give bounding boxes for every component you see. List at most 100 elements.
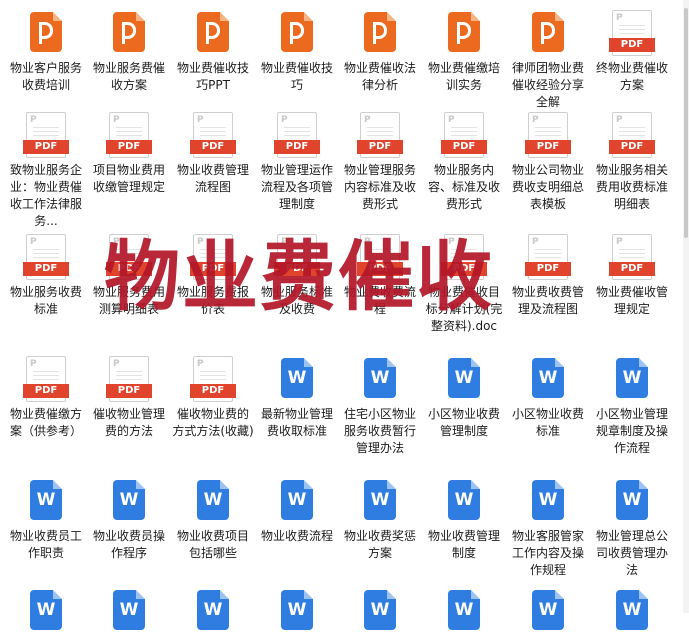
- file-grid: 物业客户服务收费培训 物业服务费催收方案 物业费催收技巧PPT 物业费催收技巧 物业费催…: [0, 0, 689, 630]
- word-file-icon: W: [612, 588, 652, 634]
- file-name: 物业客户服务收费培训: [9, 61, 82, 92]
- word-file-icon: W: [528, 478, 568, 524]
- file-item[interactable]: PDF 物业公司物业费收支明细总表模板: [506, 112, 590, 213]
- file-name: 催收物业管理费的方法: [92, 407, 165, 438]
- file-item[interactable]: W: [255, 588, 339, 638]
- file-item[interactable]: W: [590, 588, 674, 638]
- word-badge: W: [622, 490, 642, 510]
- ppt-file-icon: [444, 10, 484, 56]
- file-name: 物业收费项目包括哪些: [176, 529, 249, 560]
- word-badge: W: [36, 490, 56, 510]
- file-item[interactable]: W: [4, 588, 88, 638]
- file-name: 催收物业费的方式方法(收藏): [172, 407, 254, 438]
- file-item[interactable]: W 小区物业管理规章制度及操作流程: [590, 356, 674, 457]
- file-item[interactable]: PDF 物业管理服务内容标准及收费形式: [338, 112, 422, 213]
- file-name: 物业管理服务内容标准及收费形式: [343, 163, 416, 211]
- word-badge: W: [622, 368, 642, 388]
- pdf-file-icon: PDF: [441, 234, 487, 280]
- file-name: 项目物业费用收缴管理规定: [92, 163, 165, 194]
- file-item[interactable]: W 物业管理总公司收费管理办法: [590, 478, 674, 579]
- vertical-scrollbar[interactable]: [683, 0, 689, 613]
- pdf-badge: PDF: [106, 262, 152, 276]
- file-name: 物业公司物业费收支明细总表模板: [511, 163, 584, 211]
- file-item[interactable]: PDF 物业服务相关费用收费标准明细表: [590, 112, 674, 213]
- file-item[interactable]: 物业费催缴培训实务: [422, 10, 506, 94]
- pdf-file-icon: PDF: [190, 234, 236, 280]
- file-item[interactable]: PDF 物业费收费流程: [338, 234, 422, 318]
- word-badge: W: [119, 490, 139, 510]
- file-name: 物业收费奖惩方案: [343, 529, 416, 560]
- word-badge: W: [287, 490, 307, 510]
- file-item[interactable]: W 住宅小区物业服务收费暂行管理办法: [338, 356, 422, 457]
- word-file-icon: W: [277, 588, 317, 634]
- file-item[interactable]: PDF 致物业服务企业：物业费催收工作法律服务...: [4, 112, 88, 230]
- file-item[interactable]: W: [422, 588, 506, 638]
- file-item[interactable]: W 物业收费管理制度: [422, 478, 506, 562]
- pdf-badge: PDF: [190, 140, 236, 154]
- word-file-icon: W: [277, 356, 317, 402]
- file-item[interactable]: 物业费催收技巧: [255, 10, 339, 94]
- word-badge: W: [454, 600, 474, 620]
- pdf-badge: PDF: [609, 140, 655, 154]
- file-item[interactable]: 物业服务费催收方案: [87, 10, 171, 94]
- file-item[interactable]: W 小区物业收费管理制度: [422, 356, 506, 440]
- file-item[interactable]: PDF 物业服务费报价表: [171, 234, 255, 318]
- file-item[interactable]: PDF 物业服务标准及收费: [255, 234, 339, 318]
- file-item[interactable]: PDF 物业费催收管理规定: [590, 234, 674, 318]
- pdf-file-icon: PDF: [190, 112, 236, 158]
- file-name: 致物业服务企业：物业费催收工作法律服务...: [9, 163, 82, 228]
- file-item[interactable]: PDF 物业费催缴方案（供参考）: [4, 356, 88, 440]
- file-item[interactable]: W: [87, 588, 171, 638]
- file-item[interactable]: W 物业收费项目包括哪些: [171, 478, 255, 562]
- pdf-file-icon: PDF: [609, 112, 655, 158]
- file-item[interactable]: PDF 物业服务内容、标准及收费形式: [422, 112, 506, 213]
- word-file-icon: W: [612, 478, 652, 524]
- pdf-file-icon: PDF: [609, 234, 655, 280]
- scrollbar-thumb[interactable]: [684, 8, 688, 238]
- file-item[interactable]: PDF 催收物业管理费的方法: [87, 356, 171, 440]
- ppt-file-icon: [360, 10, 400, 56]
- pdf-badge: PDF: [609, 262, 655, 276]
- pdf-badge: PDF: [23, 384, 69, 398]
- pdf-file-icon: PDF: [525, 112, 571, 158]
- file-item[interactable]: PDF 物业费收费管理及流程图: [506, 234, 590, 318]
- word-badge: W: [370, 490, 390, 510]
- file-item[interactable]: W 物业客服管家工作内容及操作规程: [506, 478, 590, 579]
- file-item[interactable]: W 小区物业收费标准: [506, 356, 590, 440]
- word-file-icon: W: [193, 588, 233, 634]
- word-badge: W: [454, 368, 474, 388]
- file-item[interactable]: W 物业收费流程: [255, 478, 339, 545]
- file-item[interactable]: PDF 物业费催收目标分解计划(完整资料).doc: [422, 234, 506, 335]
- file-name: 物业费催收法律分析: [343, 61, 416, 92]
- file-item[interactable]: W: [338, 588, 422, 638]
- word-file-icon: W: [26, 588, 66, 634]
- file-item[interactable]: W: [506, 588, 590, 638]
- file-item[interactable]: PDF 项目物业费用收缴管理规定: [87, 112, 171, 196]
- pdf-file-icon: PDF: [106, 234, 152, 280]
- file-item[interactable]: PDF 催收物业费的方式方法(收藏): [171, 356, 255, 440]
- pdf-badge: PDF: [23, 262, 69, 276]
- file-item[interactable]: W 最新物业管理费收取标准: [255, 356, 339, 440]
- file-item[interactable]: PDF 物业收费管理流程图: [171, 112, 255, 196]
- file-item[interactable]: PDF 终物业费催收方案: [590, 10, 674, 94]
- file-item[interactable]: 物业客户服务收费培训: [4, 10, 88, 94]
- file-item[interactable]: W 物业收费员工作职责: [4, 478, 88, 562]
- file-item[interactable]: W: [171, 588, 255, 638]
- file-item[interactable]: 物业费催收法律分析: [338, 10, 422, 94]
- file-item[interactable]: PDF 物业服务费用测算明细表: [87, 234, 171, 318]
- file-item[interactable]: W 物业收费员操作程序: [87, 478, 171, 562]
- word-badge: W: [370, 600, 390, 620]
- ppt-file-icon: [277, 10, 317, 56]
- file-item[interactable]: 物业费催收技巧PPT: [171, 10, 255, 94]
- file-name: 物业费催收技巧: [260, 61, 333, 92]
- word-file-icon: W: [444, 356, 484, 402]
- file-item[interactable]: PDF 物业服务收费标准: [4, 234, 88, 318]
- ppt-file-icon: [109, 10, 149, 56]
- word-file-icon: W: [109, 588, 149, 634]
- file-item[interactable]: PDF 物业管理运作流程及各项管理制度: [255, 112, 339, 213]
- file-item[interactable]: W 物业收费奖惩方案: [338, 478, 422, 562]
- word-badge: W: [370, 368, 390, 388]
- file-item[interactable]: 律师团物业费催收经验分享全解: [506, 10, 590, 111]
- pdf-file-icon: PDF: [357, 234, 403, 280]
- file-name: 终物业费催收方案: [595, 61, 668, 92]
